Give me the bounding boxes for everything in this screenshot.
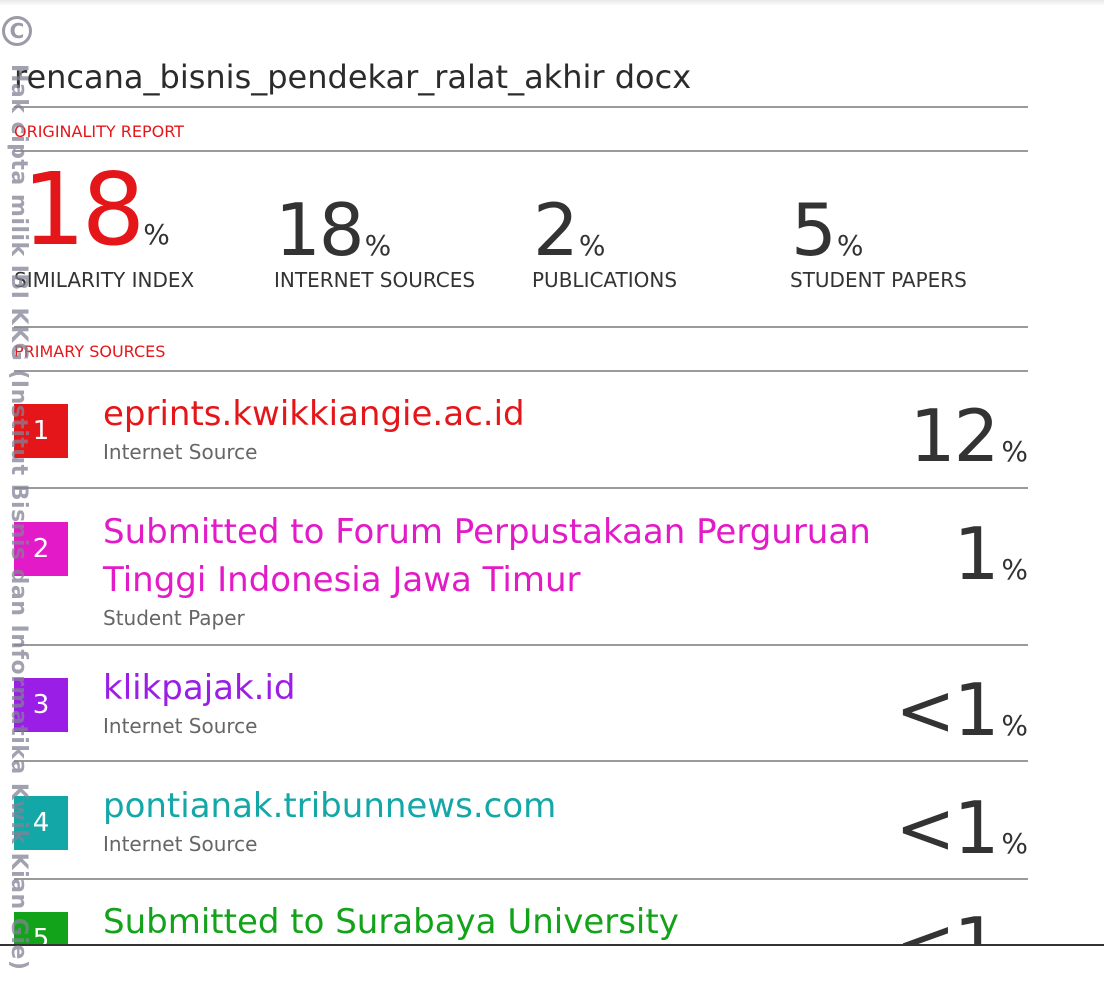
stat-value: 18: [275, 188, 365, 272]
source-rank-badge: 2: [14, 522, 68, 576]
student-papers-label: STUDENT PAPERS: [790, 268, 967, 292]
source-name-link[interactable]: eprints.kwikkiangie.ac.id: [103, 390, 525, 438]
source-type: Internet Source: [103, 832, 258, 856]
divider: [14, 370, 1028, 372]
similarity-index-label: SIMILARITY INDEX: [14, 268, 195, 292]
percent-value: 1: [953, 512, 1000, 596]
source-name-link[interactable]: klikpajak.id: [103, 664, 296, 712]
stat-unit: %: [143, 218, 170, 251]
source-row-3[interactable]: 3 klikpajak.id Internet Source <1%: [14, 662, 1028, 762]
divider: [14, 878, 1028, 880]
source-row-4[interactable]: 4 pontianak.tribunnews.com Internet Sour…: [14, 780, 1028, 880]
document-title: rencana_bisnis_pendekar_ralat_akhir docx: [14, 58, 692, 96]
student-papers-value: 5%: [791, 194, 863, 266]
stat-value: 18: [22, 151, 145, 268]
percent-unit: %: [1001, 435, 1028, 468]
divider: [14, 106, 1028, 108]
source-type: Internet Source: [103, 440, 258, 464]
stat-unit: %: [364, 229, 392, 262]
publications-label: PUBLICATIONS: [532, 268, 678, 292]
source-type: Internet Source: [103, 714, 258, 738]
source-name-link[interactable]: Submitted to Surabaya University: [103, 898, 679, 946]
divider: [14, 760, 1028, 762]
internet-sources-value: 18%: [275, 194, 391, 266]
source-row-2[interactable]: 2 Submitted to Forum Perpustakaan Pergur…: [14, 506, 1028, 644]
source-percentage: <1%: [895, 792, 1028, 864]
stat-value: 2: [533, 188, 579, 272]
similarity-index-value: 18%: [22, 160, 170, 260]
source-rank-badge: 3: [14, 678, 68, 732]
percent-unit: %: [1001, 553, 1028, 586]
source-name-link[interactable]: Submitted to Forum Perpustakaan Pergurua…: [103, 508, 871, 556]
source-rank-badge: 4: [14, 796, 68, 850]
source-percentage: 1%: [954, 518, 1028, 590]
source-percentage: <1%: [895, 674, 1028, 746]
percent-unit: %: [1001, 709, 1028, 742]
stat-unit: %: [836, 229, 864, 262]
percent-value: <1: [895, 786, 999, 870]
percent-value: <1: [895, 668, 999, 752]
source-rank-badge: 1: [14, 404, 68, 458]
source-name-link-line2[interactable]: Tinggi Indonesia Jawa Timur: [103, 556, 581, 604]
page-bottom-mask: [0, 946, 1104, 988]
percent-value: 12: [909, 394, 1000, 478]
divider: [14, 150, 1028, 152]
copyright-icon: C: [2, 16, 32, 46]
source-percentage: 12%: [910, 400, 1028, 472]
source-type: Student Paper: [103, 606, 245, 630]
stat-value: 5: [791, 188, 837, 272]
primary-sources-label: PRIMARY SOURCES: [14, 342, 166, 361]
divider: [14, 644, 1028, 646]
stat-unit: %: [578, 229, 606, 262]
divider: [14, 487, 1028, 489]
page-bottom-edge: [0, 944, 1104, 946]
percent-unit: %: [1001, 827, 1028, 860]
originality-report-label: ORIGINALITY REPORT: [14, 122, 184, 141]
source-row-1[interactable]: 1 eprints.kwikkiangie.ac.id Internet Sou…: [14, 388, 1028, 488]
top-shadow: [0, 0, 1104, 6]
source-name-link[interactable]: pontianak.tribunnews.com: [103, 782, 556, 830]
divider: [14, 326, 1028, 328]
internet-sources-label: INTERNET SOURCES: [274, 268, 476, 292]
publications-value: 2%: [533, 194, 605, 266]
